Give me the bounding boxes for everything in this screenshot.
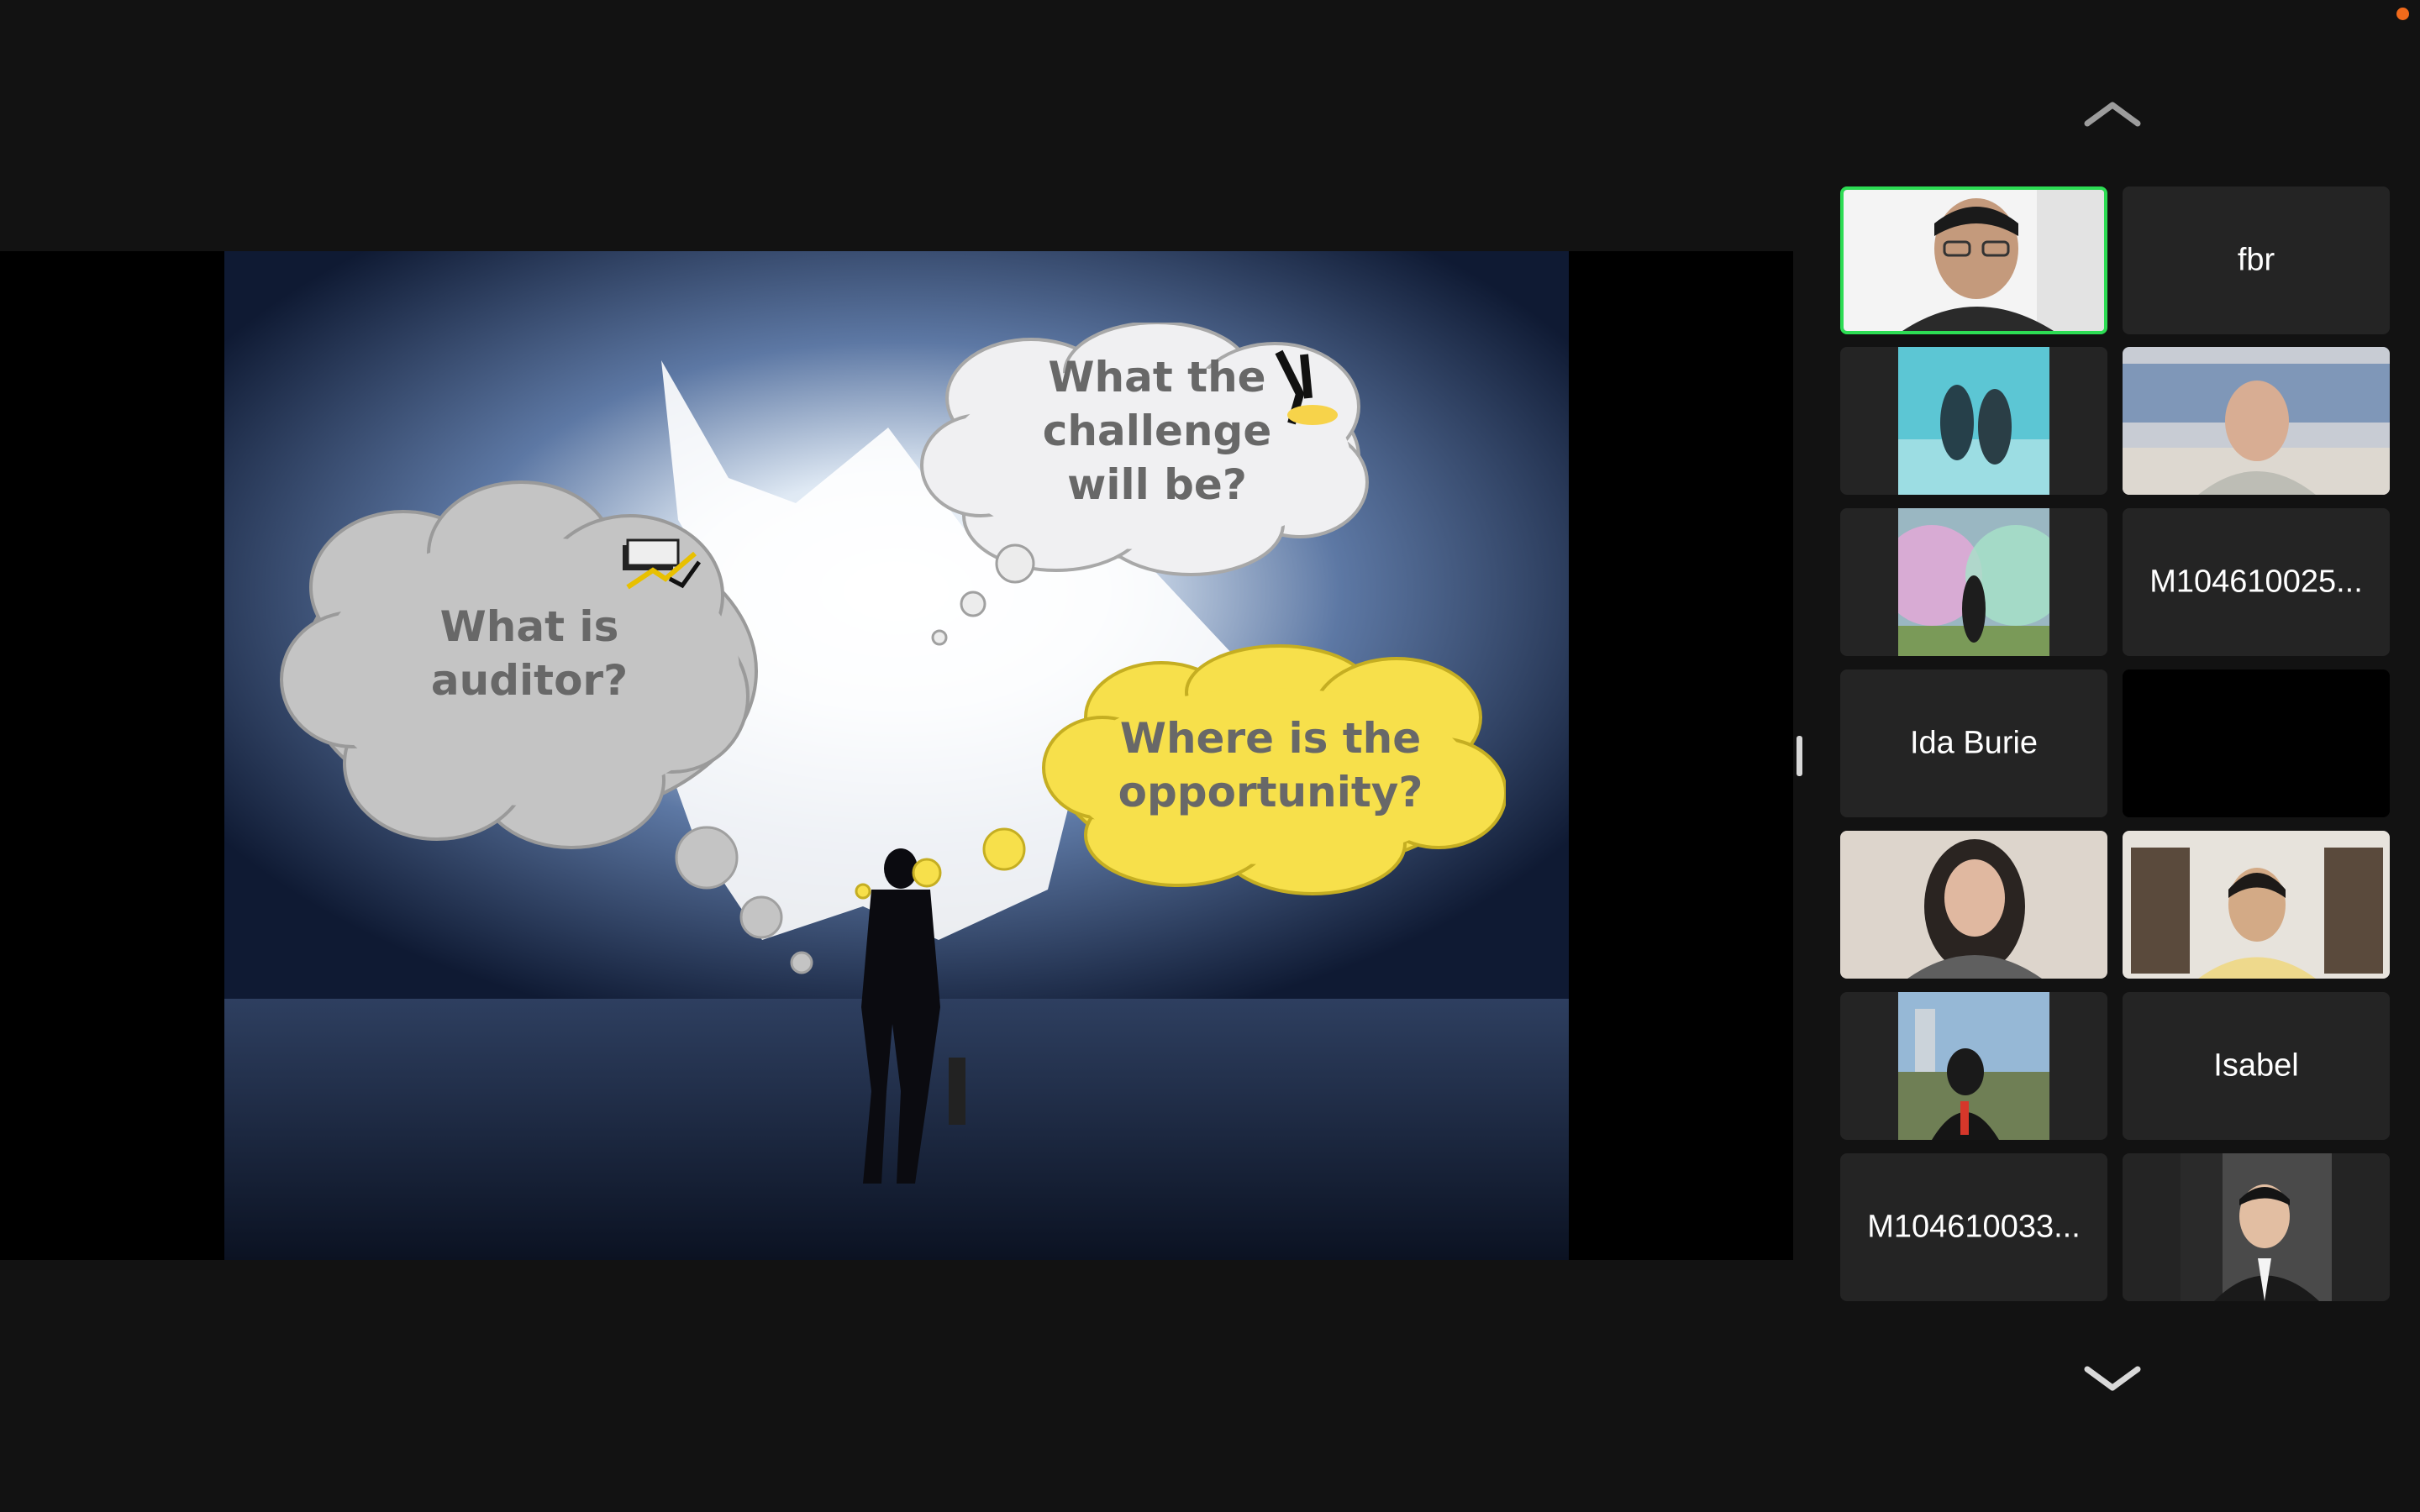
participant-tile-active-speaker[interactable] [1840,186,2107,334]
participant-video [1898,992,2049,1140]
participant-video [2123,347,2390,495]
participant-tile-ida-burie[interactable]: Ida Burie [1840,669,2107,817]
participant-tile[interactable] [2123,1153,2390,1301]
participant-name: M104610033... [1867,1209,2081,1245]
participant-tile[interactable] [1840,992,2107,1140]
participant-video [2123,831,2390,979]
chevron-up-icon[interactable] [2082,97,2143,130]
participant-tile[interactable] [1840,508,2107,656]
participant-video [1898,347,2049,495]
thought-bubbles [675,543,1035,974]
participant-tile[interactable] [1840,831,2107,979]
chevron-down-icon[interactable] [2082,1361,2143,1394]
notification-dot [2396,8,2409,20]
participant-tile[interactable] [2123,831,2390,979]
participant-tile[interactable] [2123,347,2390,495]
participant-name: M104610025... [2149,564,2363,600]
participant-tile-m104610033[interactable]: M104610033... [1840,1153,2107,1301]
participant-gallery: fbr M104610025... Ida Burie Isabel M1046… [1840,186,2390,1308]
participant-tile-isabel[interactable]: Isabel [2123,992,2390,1140]
participant-name: Ida Burie [1909,725,2039,761]
participant-video [1844,190,2104,331]
participant-tile-fbr[interactable]: fbr [2123,186,2390,334]
panel-resize-handle[interactable] [1797,736,1802,776]
shared-screen[interactable]: What is auditor? What the challenge will… [0,251,1793,1260]
participant-tile-m104610025[interactable]: M104610025... [2123,508,2390,656]
participant-video [1898,508,2049,656]
participant-name: fbr [2237,242,2275,278]
participant-tile[interactable] [1840,347,2107,495]
participant-tile-video-off[interactable] [2123,669,2390,817]
participant-video [1840,831,2107,979]
participant-video [2181,1153,2332,1301]
participant-name: Isabel [2213,1047,2299,1084]
presentation-slide: What is auditor? What the challenge will… [224,251,1569,1260]
